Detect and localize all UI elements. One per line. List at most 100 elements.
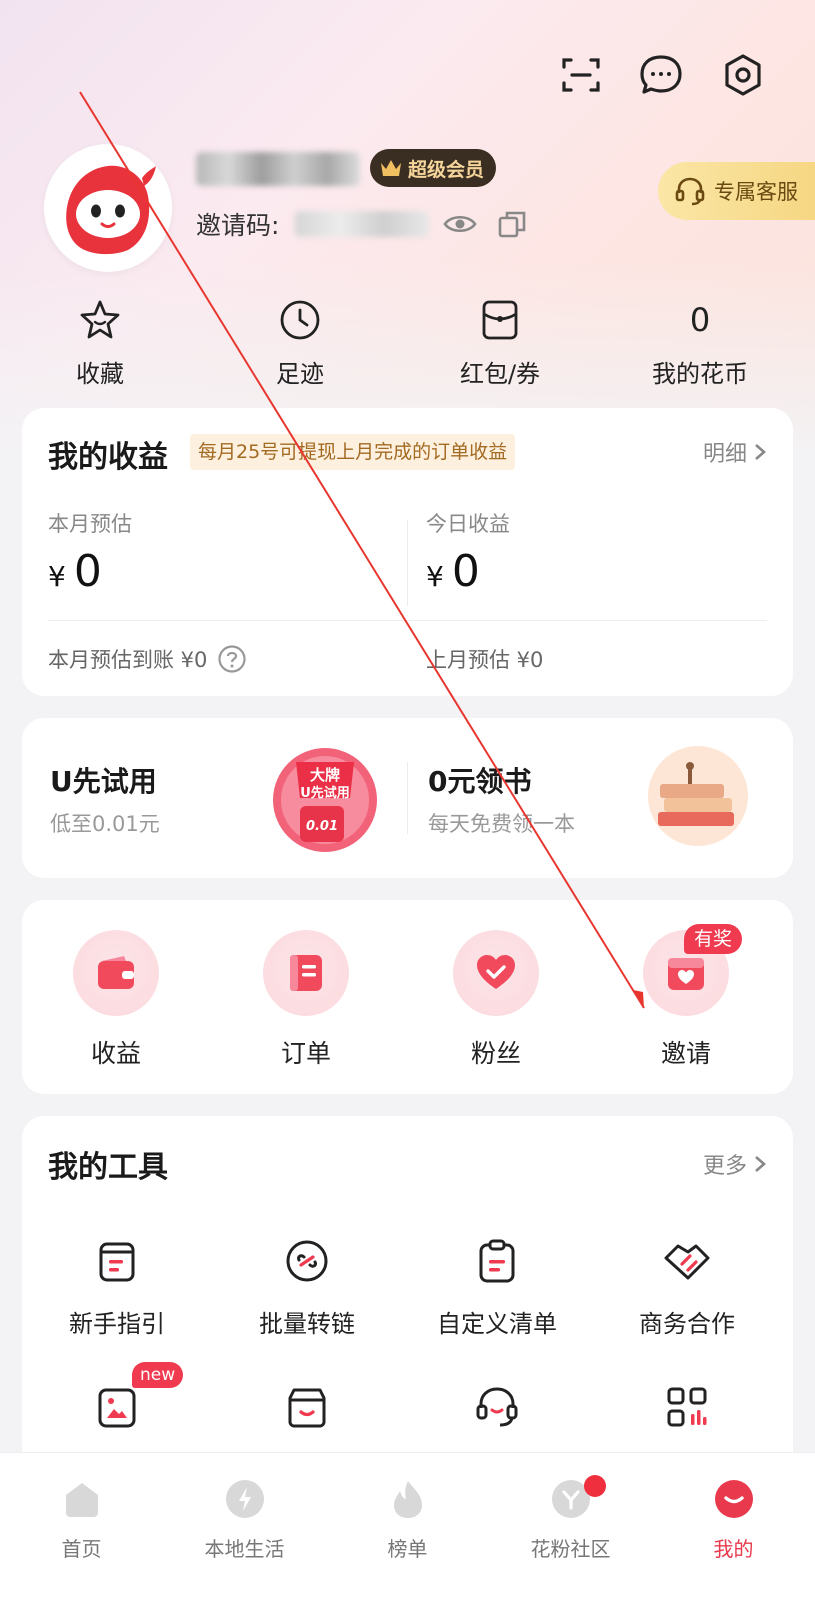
home-icon [65,1483,98,1517]
trial-subtitle: 低至0.01元 [50,812,160,836]
nav-community[interactable]: 花粉社区 [489,1473,652,1562]
lightning-icon [225,1480,264,1518]
nav-home-label: 首页 [61,1537,102,1561]
func-orders[interactable]: 订单 [226,930,386,1070]
tools-card: 我的工具 更多 新手指引 批量转链 自定义清单 商务合作 new [22,1116,793,1476]
vip-badge[interactable]: 超级会员 [370,149,497,187]
func-orders-label: 订单 [280,1039,331,1068]
earnings-note: 每月25号可提现上月完成的订单收益 [190,434,516,470]
eye-icon[interactable] [443,212,478,236]
tool-custom-list-label: 自定义清单 [437,1310,557,1338]
month-estimate-label: 本月预估 [48,512,132,536]
quick-links: 收藏 足迹 红包/券 0 我的花币 [0,296,815,396]
func-fans[interactable]: 粉丝 [416,930,576,1070]
tool-custom-list[interactable]: 自定义清单 [402,1236,592,1339]
nav-profile-label: 我的 [713,1537,754,1561]
tool-support[interactable] [402,1382,592,1432]
nav-local[interactable]: 本地生活 [163,1473,326,1562]
chevron-right-icon [755,1156,766,1172]
month-arrival-text: 本月预估到账 ¥0 [48,648,208,672]
settings-icon[interactable] [720,52,766,98]
earnings-detail-label: 明细 [702,442,747,467]
message-icon[interactable] [638,52,684,98]
wallet-icon [98,956,134,989]
nav-profile[interactable]: 我的 [652,1473,815,1562]
flame-icon [393,1481,422,1518]
month-arrival-row: 本月预估到账 ¥0 [48,644,247,674]
promo-divider [407,762,408,834]
tool-batch-link[interactable]: 批量转链 [212,1236,402,1339]
quick-favorites[interactable]: 收藏 [20,296,180,389]
quick-coupons[interactable]: 红包/券 [420,296,580,389]
invite-icon [668,958,704,990]
promo-card: U先试用 低至0.01元 大牌 U先试用 0.01 0元领书 每天免费领一本 [22,718,793,878]
chevron-right-icon [755,444,766,460]
nav-ranking[interactable]: 榜单 [326,1473,489,1562]
invite-code-redacted [295,211,430,237]
clipboard-icon [479,1239,515,1283]
handshake-icon [664,1244,710,1280]
tool-guide-label: 新手指引 [69,1310,165,1338]
quick-history[interactable]: 足迹 [220,296,380,389]
vip-label: 超级会员 [408,158,485,181]
free-book-title[interactable]: 0元领书 [428,760,531,800]
func-invite-label: 邀请 [660,1039,711,1068]
tool-business[interactable]: 商务合作 [592,1236,782,1339]
trial-badge-line1: 大牌 [310,766,340,784]
clock-icon [280,300,320,340]
grid-chart-icon [667,1387,707,1427]
last-month-text: 上月预估 ¥0 [426,648,544,672]
currency-symbol: ¥ [426,560,444,593]
tools-more-link[interactable]: 更多 [703,1148,767,1180]
invite-code-label: 邀请码: [196,211,280,240]
quick-coins[interactable]: 0 我的花币 [620,296,780,389]
nav-ranking-label: 榜单 [387,1537,428,1561]
headset-icon [675,177,705,206]
tool-image[interactable] [22,1382,212,1432]
exclusive-service-button[interactable]: 专属客服 [658,162,815,220]
nav-local-label: 本地生活 [204,1537,285,1561]
tools-more-label: 更多 [702,1154,747,1179]
star-icon [80,300,120,339]
help-icon[interactable] [217,644,247,674]
quick-coins-label: 我的花币 [652,360,748,388]
order-icon [290,955,322,991]
nav-home[interactable]: 首页 [0,1473,163,1562]
coupon-icon [482,300,518,340]
nav-community-label: 花粉社区 [530,1537,611,1561]
earnings-card: 我的收益 每月25号可提现上月完成的订单收益 明细 本月预估 ¥ 0 今日收益 … [22,408,793,696]
earnings-divider [407,520,408,606]
tool-guide[interactable]: 新手指引 [22,1236,212,1339]
scan-icon[interactable] [558,52,604,98]
month-estimate-amount: 0 [73,546,102,597]
func-earnings[interactable]: 收益 [36,930,196,1070]
free-book-subtitle: 每天免费领一本 [428,812,575,836]
image-icon [98,1388,136,1428]
new-badge: new [132,1362,184,1388]
quick-coupons-label: 红包/券 [459,360,541,388]
earnings-detail-link[interactable]: 明细 [703,436,767,468]
copy-icon[interactable] [497,209,527,239]
trial-badge-image[interactable]: 大牌 U先试用 0.01 [266,744,384,856]
month-estimate-value: ¥ 0 [48,546,102,597]
earnings-title: 我的收益 [48,440,168,475]
coins-value: 0 [689,301,711,339]
quick-history-label: 足迹 [276,360,324,388]
profile-icon [714,1480,753,1518]
service-label: 专属客服 [714,180,798,204]
quick-favorites-label: 收藏 [76,360,124,388]
guide-icon [99,1242,135,1282]
tool-data[interactable] [592,1382,782,1432]
tool-store[interactable] [212,1382,402,1432]
trial-badge-line2: U先试用 [300,785,350,801]
invite-code-row: 邀请码: [196,204,527,244]
avatar[interactable] [44,144,172,272]
notification-dot [584,1475,606,1497]
func-fans-label: 粉丝 [470,1039,521,1068]
book-stack-image[interactable] [648,746,748,846]
last-month-row: 上月预估 ¥0 [426,644,543,674]
trial-title[interactable]: U先试用 [50,760,157,800]
bottom-nav: 首页 本地生活 榜单 花粉社区 我的 [0,1452,815,1600]
today-earnings-label: 今日收益 [426,512,510,536]
store-icon [288,1388,326,1428]
